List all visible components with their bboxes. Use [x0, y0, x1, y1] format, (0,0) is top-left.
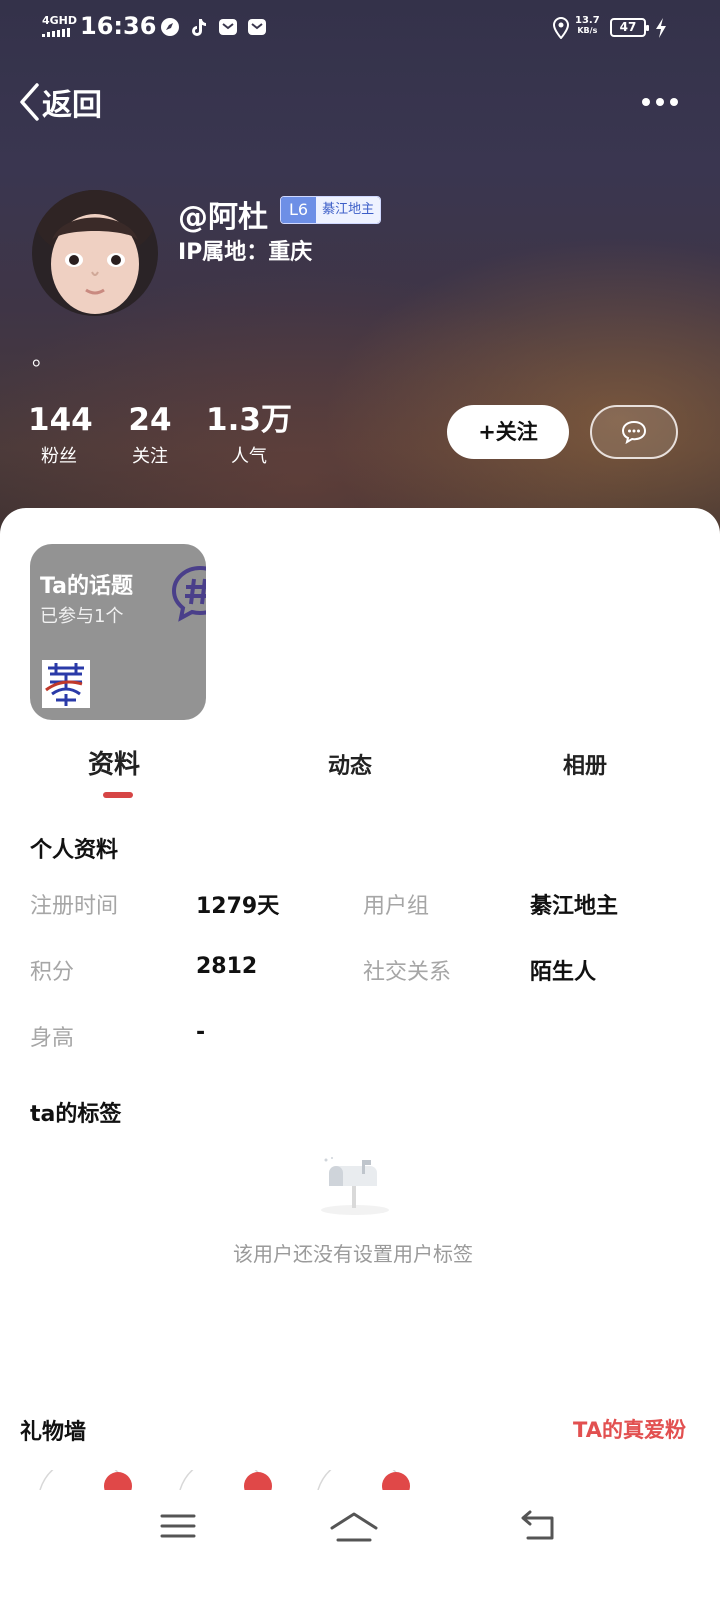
speed-value: 13.7	[575, 15, 600, 26]
profile-header: 4GHD 16:36 13.7 KB/s 47 返回 @阿杜 L6 綦江地主 I…	[0, 0, 720, 560]
signal-icon	[42, 28, 70, 37]
level-label: L6	[281, 197, 317, 223]
stat-fans[interactable]: 144 粉丝	[28, 400, 93, 468]
moon-decoration	[480, 157, 490, 181]
mail-icon	[219, 19, 237, 35]
chat-bubble-icon	[621, 420, 647, 444]
location-icon	[552, 17, 570, 39]
profile-tabs: 资料 动态 相册	[0, 744, 720, 800]
field-value: 2812	[196, 954, 258, 979]
clock: 16:36	[80, 12, 157, 40]
stat-value: 144	[28, 402, 93, 438]
tab-profile[interactable]: 资料	[88, 744, 140, 781]
stat-value: 1.3万	[206, 402, 292, 438]
tags-title: ta的标签	[30, 1102, 122, 1127]
personal-info-title: 个人资料	[30, 838, 119, 863]
system-navigation-bar	[0, 1494, 720, 1600]
ip-location: IP属地：重庆	[178, 240, 313, 265]
status-bar: 4GHD 16:36 13.7 KB/s 47	[0, 0, 720, 56]
more-options-icon[interactable]	[636, 88, 686, 116]
home-icon[interactable]	[324, 1506, 384, 1546]
field-label: 积分	[30, 960, 75, 985]
back-button[interactable]: 返回	[18, 80, 102, 124]
message-button[interactable]	[590, 405, 678, 459]
follow-button[interactable]: +关注	[447, 405, 569, 459]
stat-label: 关注	[132, 446, 168, 467]
field-label: 社交关系	[363, 960, 452, 985]
stat-label: 人气	[231, 446, 267, 467]
stat-label: 粉丝	[41, 446, 77, 467]
hashtag-bubble-icon	[171, 565, 206, 622]
charging-icon	[656, 18, 666, 38]
stat-following[interactable]: 24 关注	[120, 400, 180, 468]
topic-card[interactable]: Ta的话题 已参与1个	[30, 544, 206, 720]
tab-active-indicator	[103, 792, 133, 798]
topic-card-subtitle: 已参与1个	[40, 606, 124, 627]
tags-empty-text: 该用户还没有设置用户标签	[233, 1242, 473, 1266]
topic-card-title: Ta的话题	[40, 574, 134, 599]
network-speed: 13.7 KB/s	[575, 16, 600, 36]
topic-thumbnail-image	[42, 660, 90, 708]
field-label: 身高	[30, 1026, 75, 1051]
field-value: 綦江地主	[530, 894, 619, 919]
back-label: 返回	[42, 88, 102, 123]
field-label: 用户组	[363, 894, 430, 919]
tab-posts[interactable]: 动态	[328, 748, 372, 780]
tab-album[interactable]: 相册	[563, 748, 607, 780]
profile-content-sheet: Ta的话题 已参与1个 资料 动态 相册 个人资料 注册时间 1279天 用户组…	[0, 508, 720, 1600]
gift-item[interactable]	[314, 1470, 414, 1490]
mail-icon-2	[248, 19, 266, 35]
battery-indicator: 47	[610, 18, 649, 37]
avatar[interactable]	[32, 190, 158, 316]
stat-value: 24	[128, 402, 172, 438]
avatar-image	[32, 190, 158, 316]
empty-mailbox-icon	[321, 1157, 389, 1215]
field-value: 陌生人	[530, 960, 597, 985]
speed-unit: KB/s	[577, 26, 598, 35]
bio: 。	[32, 346, 55, 371]
true-fans-link[interactable]: TA的真爱粉	[573, 1414, 686, 1444]
compass-icon	[161, 18, 179, 36]
gift-item[interactable]	[176, 1470, 276, 1490]
back-nav-icon[interactable]	[508, 1506, 568, 1546]
gift-wall-title: 礼物墙	[20, 1420, 87, 1445]
chevron-left-icon	[20, 83, 39, 121]
field-label: 注册时间	[30, 894, 119, 919]
network-type: 4GHD	[42, 14, 78, 27]
menu-icon[interactable]	[148, 1506, 208, 1546]
stat-popularity[interactable]: 1.3万 人气	[206, 400, 292, 468]
level-badge: L6 綦江地主	[280, 196, 382, 224]
username: @阿杜	[178, 200, 268, 235]
field-value: 1279天	[196, 894, 280, 919]
group-badge-label: 綦江地主	[316, 197, 381, 223]
tiktok-icon	[192, 19, 206, 36]
gift-item[interactable]	[36, 1470, 136, 1490]
field-value: -	[196, 1020, 206, 1045]
